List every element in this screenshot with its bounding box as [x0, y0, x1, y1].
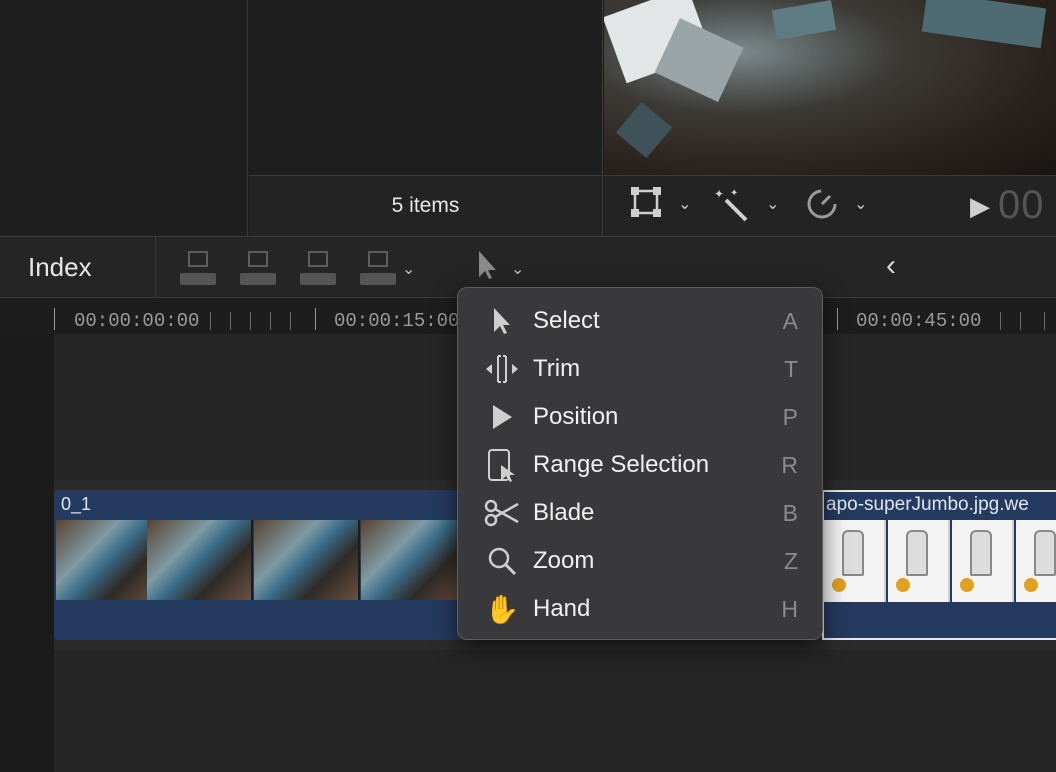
overwrite-clip-icon[interactable] [360, 251, 396, 287]
menu-shortcut: P [782, 403, 798, 430]
menu-item-range-selection[interactable]: Range Selection R [458, 441, 822, 489]
pointer-icon[interactable] [476, 249, 500, 289]
transform-icon[interactable] [630, 186, 662, 229]
timeline-clip[interactable]: 0_1 [54, 490, 464, 640]
clip-name: 0_1 [61, 494, 92, 514]
clip-thumbnail [361, 520, 464, 600]
menu-item-zoom[interactable]: Zoom Z [458, 537, 822, 585]
trim-icon [482, 349, 522, 389]
menu-item-label: Position [533, 403, 619, 430]
clip-thumbnail [888, 520, 950, 602]
menu-item-label: Trim [533, 355, 581, 382]
chevron-down-icon[interactable]: ⌄ [854, 194, 867, 214]
libraries-panel [0, 0, 248, 236]
arrow-pointer-icon [482, 301, 522, 341]
connect-clip-icon[interactable] [180, 251, 216, 287]
ruler-timecode: 00:00:15:00 [334, 310, 460, 332]
timeline-clip-selected[interactable]: apo-superJumbo.jpg.we [822, 490, 1056, 640]
svg-text:✦: ✦ [730, 188, 738, 199]
menu-item-label: Range Selection [533, 451, 710, 478]
menu-item-select[interactable]: Select A [458, 297, 822, 345]
menu-item-trim[interactable]: Trim T [458, 345, 822, 393]
menu-item-label: Blade [533, 499, 595, 526]
chevron-down-icon[interactable]: ⌄ [678, 194, 691, 214]
menu-shortcut: Z [783, 547, 798, 574]
menu-item-label: Select [533, 307, 600, 334]
speed-gauge-icon[interactable] [804, 186, 840, 233]
preview-shard [615, 101, 673, 159]
menu-shortcut: R [781, 451, 798, 478]
hand-icon: ✋ [484, 593, 520, 625]
menu-item-blade[interactable]: Blade B [458, 489, 822, 537]
clip-thumbnail [952, 520, 1014, 602]
enhance-wand-icon[interactable]: ✦ ✦ [714, 186, 750, 233]
append-clip-icon[interactable] [300, 251, 336, 287]
browser-panel [249, 0, 603, 175]
preview-shard [771, 0, 837, 40]
scissors-icon [482, 493, 522, 533]
menu-shortcut: A [782, 307, 798, 334]
browser-status-bar: 5 items [249, 175, 603, 236]
chevron-down-icon[interactable]: ⌄ [766, 194, 779, 214]
viewer-timecode: 00 [998, 183, 1045, 227]
clip-thumbnail [254, 520, 360, 600]
menu-item-hand[interactable]: ✋ Hand H [458, 585, 822, 633]
range-selection-icon [482, 445, 522, 485]
chevron-left-icon[interactable]: ‹ [886, 249, 896, 283]
clip-thumbnail [1016, 520, 1056, 602]
menu-shortcut: B [782, 499, 798, 526]
clip-thumbnail [147, 520, 253, 600]
magnifier-icon [482, 541, 522, 581]
clip-name: apo-superJumbo.jpg.we [826, 494, 1029, 515]
timeline-gutter [0, 334, 54, 772]
menu-item-label: Hand [533, 595, 591, 622]
insert-clip-icon[interactable] [240, 251, 276, 287]
menu-item-position[interactable]: Position P [458, 393, 822, 441]
position-pointer-icon [482, 397, 522, 437]
viewer-preview[interactable] [604, 0, 1056, 175]
index-button[interactable]: Index [0, 237, 156, 297]
menu-item-label: Zoom [533, 547, 595, 574]
ruler-timecode: 00:00:45:00 [856, 310, 982, 332]
tool-menu: Select A Trim T Position P Range Selecti… [457, 287, 823, 640]
clip-thumbnail [824, 520, 886, 602]
menu-shortcut: T [783, 355, 798, 382]
svg-text:✦: ✦ [714, 187, 724, 201]
chevron-down-icon[interactable]: ⌄ [402, 259, 415, 279]
preview-shard [921, 0, 1047, 49]
chevron-down-icon[interactable]: ⌄ [511, 259, 524, 279]
item-count-label: 5 items [391, 194, 460, 217]
ruler-timecode: 00:00:00:00 [74, 310, 200, 332]
menu-shortcut: H [781, 595, 798, 622]
play-icon[interactable]: ▶ [970, 186, 990, 226]
viewer-toolbar: ⌄ ✦ ✦ ⌄ ⌄ ▶ [604, 175, 1056, 236]
